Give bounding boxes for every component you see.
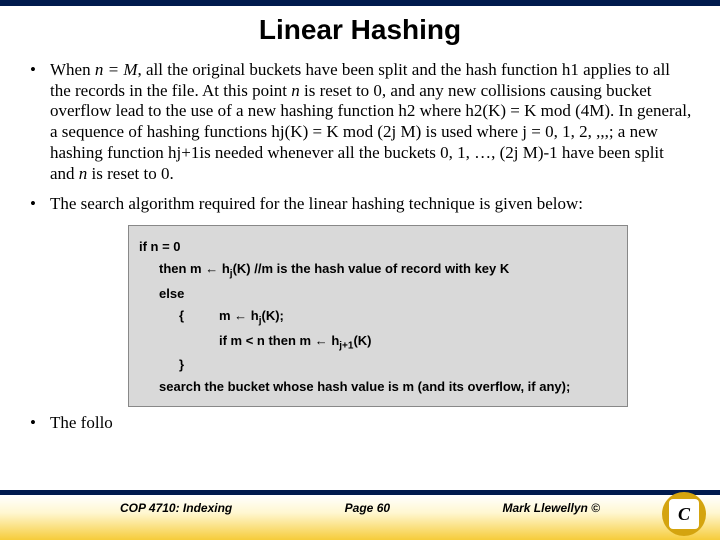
algo-l2-pre: then m	[159, 261, 205, 276]
logo-letter: C	[669, 499, 699, 529]
b1-end: is reset to 0.	[87, 164, 173, 183]
algo-l4-brace: {	[179, 305, 219, 330]
b1-n: n	[291, 81, 300, 100]
algo-l2-post: h	[218, 261, 230, 276]
algo-l5-pre: if m < n then m	[219, 333, 315, 348]
ucf-logo: C	[662, 492, 706, 536]
footer-gradient: COP 4710: Indexing Page 60 Mark Llewelly…	[0, 495, 720, 540]
algo-line-3: else	[139, 283, 617, 305]
left-arrow-icon: ←	[315, 333, 328, 348]
top-accent-bar	[0, 0, 720, 6]
algo-line-4: { m ← hj(K);	[139, 305, 617, 330]
algorithm-box: if n = 0 then m ← hj(K) //m is the hash …	[128, 225, 628, 407]
footer-text-row: COP 4710: Indexing Page 60 Mark Llewelly…	[0, 501, 720, 515]
bullet-2: The search algorithm required for the li…	[28, 194, 692, 215]
algo-line-5: if m < n then m ← hj+1(K)	[139, 330, 617, 355]
bullet-1: When n = M, all the original buckets hav…	[28, 60, 692, 184]
algo-line-2: then m ← hj(K) //m is the hash value of …	[139, 258, 617, 283]
algo-l5-rest: (K)	[353, 333, 371, 348]
slide-content: When n = M, all the original buckets hav…	[0, 60, 720, 434]
algo-l2-rest: (K) //m is the hash value of record with…	[233, 261, 510, 276]
footer-course: COP 4710: Indexing	[0, 501, 232, 515]
slide-title: Linear Hashing	[0, 14, 720, 46]
algo-line-1: if n = 0	[139, 236, 617, 258]
logo-circle-icon: C	[662, 492, 706, 536]
footer-page: Page 60	[232, 501, 502, 515]
algo-l5-post: h	[328, 333, 340, 348]
algo-line-6: }	[139, 354, 617, 376]
bullet-list: When n = M, all the original buckets hav…	[28, 60, 692, 215]
algo-line-7: search the bucket whose hash value is m …	[139, 376, 617, 398]
algo-l5-sub: j+1	[339, 340, 353, 351]
slide-footer: COP 4710: Indexing Page 60 Mark Llewelly…	[0, 490, 720, 540]
algo-l4-rest: (K);	[262, 308, 284, 323]
bullet-3: The follo	[28, 413, 692, 434]
algo-l4-post: h	[247, 308, 259, 323]
b1-var: n = M	[95, 60, 138, 79]
b1-text-pre: When	[50, 60, 95, 79]
bullet-list-2: The follo	[28, 413, 692, 434]
left-arrow-icon: ←	[234, 308, 247, 323]
algo-l4-pre: m	[219, 308, 234, 323]
left-arrow-icon: ←	[205, 261, 218, 276]
